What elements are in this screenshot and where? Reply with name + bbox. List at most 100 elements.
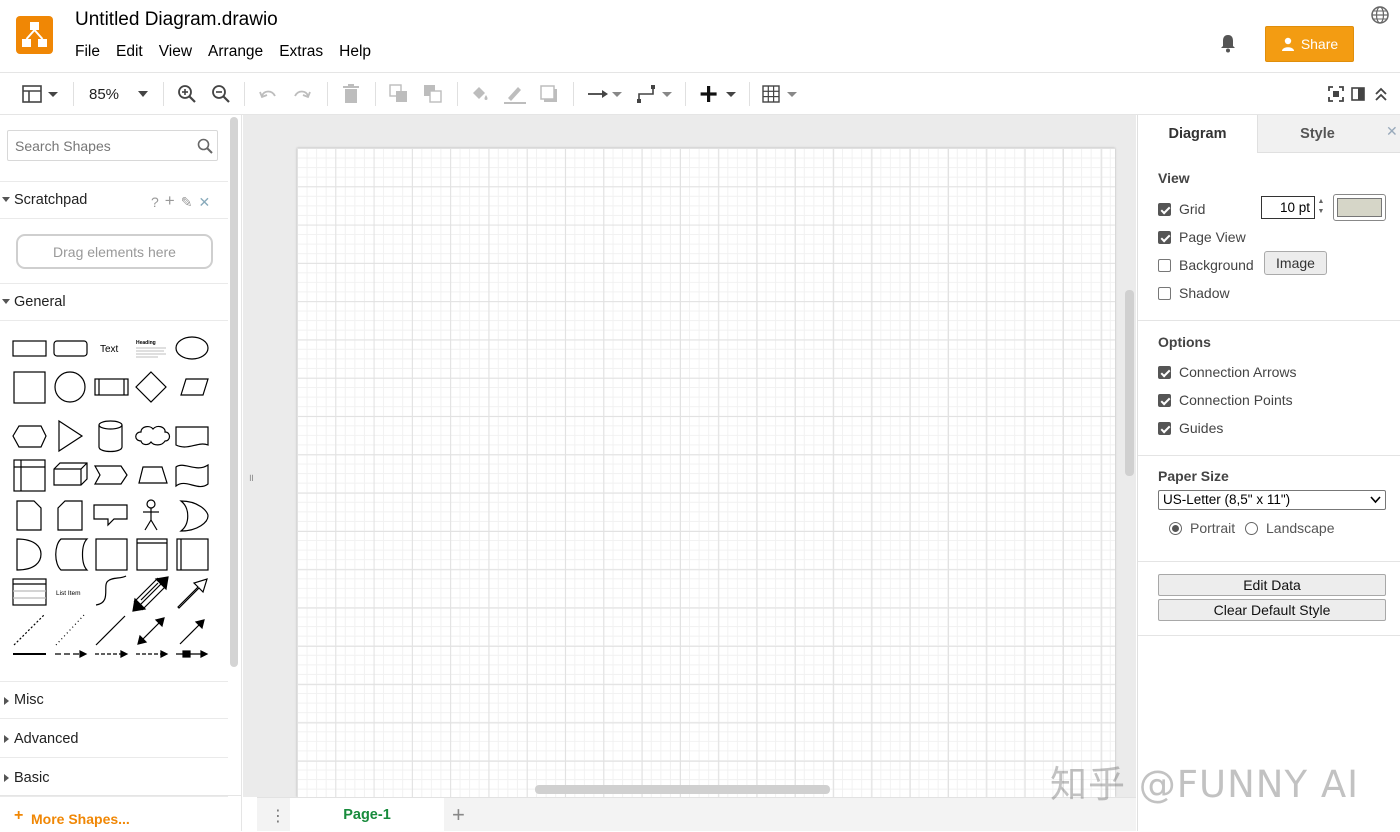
horizontal-scrollbar[interactable] (535, 785, 830, 794)
more-shapes-link[interactable]: More Shapes... (31, 811, 130, 827)
connection-style-icon[interactable] (587, 82, 623, 106)
connection-arrows-option[interactable]: Connection Arrows (1158, 364, 1297, 380)
diamond-shape[interactable] (135, 371, 167, 403)
advanced-header[interactable]: Advanced (0, 720, 228, 758)
undo-icon[interactable] (258, 82, 278, 106)
to-back-icon[interactable] (423, 82, 443, 106)
connection-points-option[interactable]: Connection Points (1158, 392, 1293, 408)
vertical-scrollbar[interactable] (1125, 290, 1134, 476)
grid-size-stepper[interactable]: ▲ ▼ (1315, 197, 1327, 218)
curve-shape[interactable] (95, 575, 127, 606)
format-toggle-icon[interactable] (1351, 82, 1365, 106)
connector-label-shape[interactable] (95, 650, 129, 658)
portrait-radio[interactable] (1169, 521, 1182, 535)
grid-checkbox[interactable] (1158, 202, 1171, 216)
cube-shape[interactable] (53, 462, 88, 486)
card-shape[interactable] (57, 500, 83, 531)
rounded-rectangle-shape[interactable] (53, 340, 88, 357)
paper-size-select[interactable]: US-Letter (8,5" x 11") (1158, 490, 1386, 510)
fullscreen-icon[interactable] (1328, 82, 1344, 106)
connection-arrows-checkbox[interactable] (1158, 365, 1171, 379)
internal-storage-shape[interactable] (13, 459, 46, 492)
diagram-canvas[interactable] (243, 115, 1136, 797)
connector-multi-label-shape[interactable] (136, 650, 169, 658)
trapezoid-shape[interactable] (138, 466, 168, 484)
share-button[interactable]: Share (1265, 26, 1354, 62)
document-shape[interactable] (175, 426, 209, 448)
background-checkbox[interactable] (1158, 258, 1171, 272)
to-front-icon[interactable] (389, 82, 409, 106)
cylinder-shape[interactable] (98, 420, 123, 453)
parallelogram-shape[interactable] (180, 378, 209, 396)
notifications-bell-icon[interactable] (1217, 32, 1239, 54)
document-title[interactable]: Untitled Diagram.drawio (75, 9, 278, 31)
close-icon[interactable]: ✕ (198, 194, 210, 211)
zoom-out-icon[interactable] (211, 82, 231, 106)
line-color-icon[interactable] (504, 82, 526, 106)
tab-style[interactable]: Style (1257, 115, 1377, 153)
portrait-option[interactable]: Portrait (1169, 520, 1235, 536)
basic-header[interactable]: Basic (0, 759, 228, 797)
general-header[interactable]: General (0, 283, 228, 321)
tab-diagram[interactable]: Diagram (1138, 115, 1257, 153)
note-shape[interactable] (16, 500, 42, 531)
circle-shape[interactable] (54, 371, 86, 403)
grid-size-input[interactable]: 10 pt (1261, 196, 1315, 219)
triangle-shape[interactable] (58, 419, 84, 453)
connection-points-checkbox[interactable] (1158, 393, 1171, 407)
menu-extras[interactable]: Extras (279, 43, 323, 61)
zoom-in-icon[interactable] (177, 82, 197, 106)
edit-pencil-icon[interactable]: ✎ (181, 194, 193, 211)
grid-option[interactable]: Grid (1158, 201, 1205, 217)
vertical-container-shape[interactable] (176, 538, 209, 571)
dashed-line-shape[interactable] (13, 614, 45, 646)
scratchpad-header[interactable]: Scratchpad ? + ✎ ✕ (0, 181, 228, 219)
cloud-shape[interactable] (135, 425, 171, 446)
fill-color-icon[interactable] (470, 82, 490, 106)
search-shapes-input[interactable] (15, 138, 190, 154)
shadow-option[interactable]: Shadow (1158, 285, 1230, 301)
container-shape[interactable] (95, 538, 128, 571)
page-view-checkbox[interactable] (1158, 230, 1171, 244)
guides-option[interactable]: Guides (1158, 420, 1223, 436)
grid-color-button[interactable] (1333, 194, 1386, 221)
shadow-checkbox[interactable] (1158, 286, 1171, 300)
landscape-radio[interactable] (1245, 521, 1258, 535)
delay-shape[interactable] (16, 538, 42, 571)
background-option[interactable]: Background (1158, 257, 1254, 273)
menu-help[interactable]: Help (339, 43, 371, 61)
actor-shape[interactable] (143, 499, 159, 531)
shadow-icon[interactable] (540, 82, 558, 106)
insert-plus-icon[interactable] (700, 82, 738, 106)
guides-checkbox[interactable] (1158, 421, 1171, 435)
directional-connector-shape[interactable] (179, 619, 205, 645)
bidirectional-connector-shape[interactable] (137, 617, 165, 645)
close-panel-icon[interactable]: ✕ (1386, 123, 1398, 140)
sidebar-scrollbar[interactable] (230, 117, 238, 667)
or-shape[interactable] (179, 500, 209, 532)
add-page-icon[interactable]: + (452, 802, 465, 828)
diagram-page[interactable] (297, 148, 1115, 797)
bidirectional-arrow-shape[interactable] (132, 576, 169, 612)
block-arrow-shape[interactable] (177, 578, 208, 609)
zoom-level-select[interactable]: 85% (89, 82, 149, 106)
misc-header[interactable]: Misc (0, 681, 228, 719)
tape-shape[interactable] (175, 463, 209, 488)
hexagon-shape[interactable] (12, 425, 47, 448)
background-image-button[interactable]: Image (1264, 251, 1327, 275)
process-shape[interactable] (94, 378, 129, 396)
data-storage-shape[interactable] (55, 538, 89, 571)
page-view-option[interactable]: Page View (1158, 229, 1246, 245)
pages-menu-icon[interactable]: ⋮ (270, 806, 286, 826)
text-shape-label[interactable]: Text (100, 344, 119, 355)
heading-shape-label[interactable]: Heading (136, 340, 156, 346)
delete-icon[interactable] (342, 82, 360, 106)
list-shape[interactable] (12, 578, 47, 606)
step-shape[interactable] (93, 465, 128, 485)
search-icon[interactable] (197, 138, 213, 154)
menu-arrange[interactable]: Arrange (208, 43, 263, 61)
square-shape[interactable] (13, 371, 46, 404)
clear-default-style-button[interactable]: Clear Default Style (1158, 599, 1386, 621)
menu-file[interactable]: File (75, 43, 100, 61)
connector-symbol-shape[interactable] (176, 650, 209, 658)
